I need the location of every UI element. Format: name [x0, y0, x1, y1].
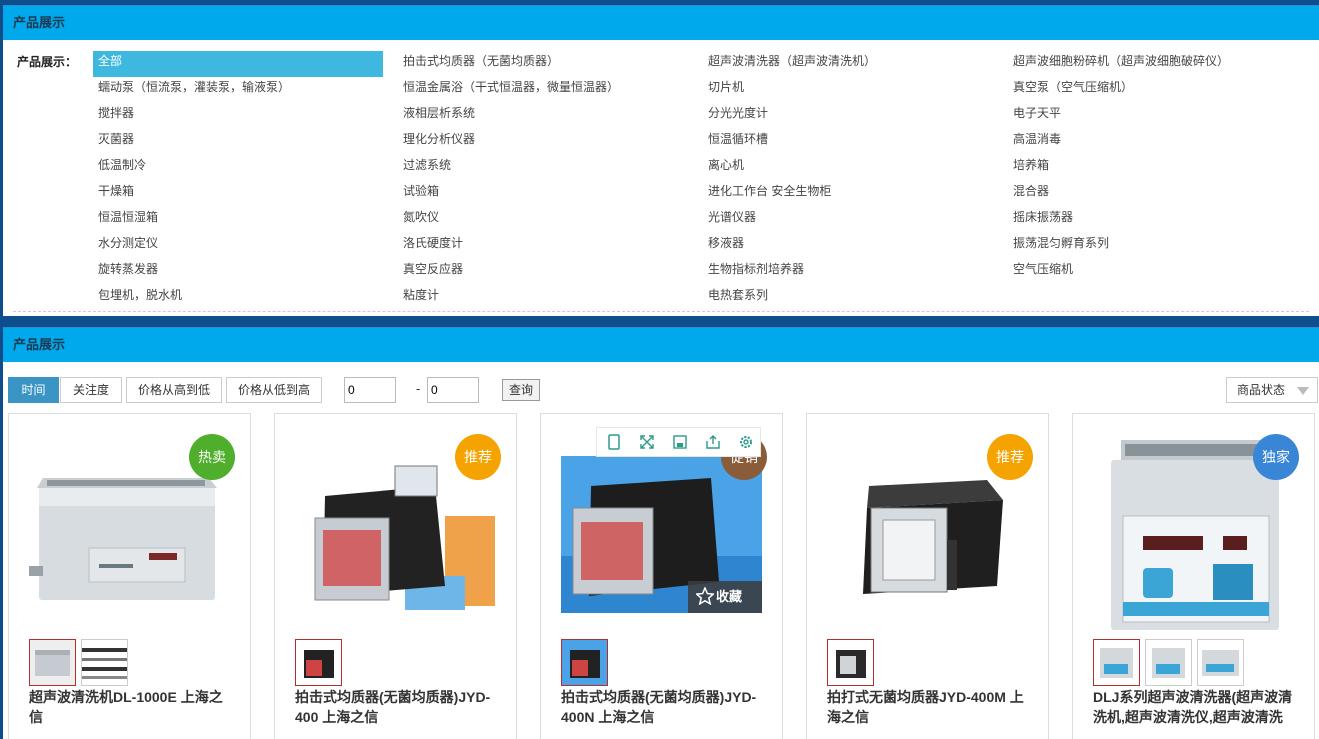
product-thumbnail[interactable] — [827, 639, 874, 686]
product-title[interactable]: 拍击式均质器(无菌均质器)JYD-400 上海之信 — [295, 687, 500, 727]
category-item[interactable]: 氮吹仪 — [398, 207, 703, 233]
product-title[interactable]: DLJ系列超声波清洗器(超声波清洗机,超声波清洗仪,超声波清洗 — [1093, 687, 1298, 727]
sort-tab-price-asc[interactable]: 价格从低到高 — [226, 377, 322, 403]
product-title[interactable]: 超声波清洗机DL-1000E 上海之信 — [29, 687, 234, 727]
category-label: 产品展示： — [17, 55, 78, 69]
product-image[interactable] — [295, 456, 496, 613]
save-icon[interactable] — [663, 428, 696, 456]
category-item[interactable]: 搅拌器 — [93, 103, 398, 129]
product-list-panel: 产品展示 时间 关注度 价格从高到低 价格从低到高 - 查询 商品状态 热卖 — [3, 327, 1319, 739]
category-item[interactable]: 光谱仪器 — [703, 207, 1008, 233]
category-item[interactable]: 分光光度计 — [703, 103, 1008, 129]
product-thumbnail[interactable] — [81, 639, 128, 686]
category-item-all[interactable]: 全部 — [93, 51, 383, 77]
category-item[interactable]: 拍击式均质器（无菌均质器） — [398, 51, 703, 77]
query-button[interactable]: 查询 — [502, 379, 540, 401]
product-badge: 热卖 — [189, 434, 235, 480]
quick-tools — [596, 427, 761, 457]
product-thumbnail[interactable] — [295, 639, 342, 686]
favorite-label: 收藏 — [716, 589, 743, 604]
category-item[interactable]: 水分测定仪 — [93, 233, 398, 259]
product-image[interactable] — [29, 456, 230, 613]
expand-icon[interactable] — [630, 428, 663, 456]
price-min-input[interactable] — [344, 377, 396, 403]
product-card[interactable]: 推荐 拍击式均质器(无菌均质器)JYD-400 上海之信 — [274, 413, 517, 739]
product-image[interactable] — [827, 456, 1028, 613]
category-item[interactable]: 干燥箱 — [93, 181, 398, 207]
divider — [13, 311, 1309, 312]
category-item[interactable]: 切片机 — [703, 77, 1008, 103]
product-badge: 独家 — [1253, 434, 1299, 480]
category-panel-header: 产品展示 — [3, 5, 1319, 40]
share-icon[interactable] — [696, 428, 729, 456]
category-item[interactable]: 恒温循环槽 — [703, 129, 1008, 155]
price-max-input[interactable] — [427, 377, 479, 403]
product-thumbnail[interactable] — [29, 639, 76, 686]
category-item[interactable]: 液相层析系统 — [398, 103, 703, 129]
product-thumbnail[interactable] — [1093, 639, 1140, 686]
mobile-icon[interactable] — [597, 428, 630, 456]
category-panel: 产品展示 产品展示： 全部 拍击式均质器（无菌均质器） 超声波清洗器（超声波清洗机）… — [3, 5, 1319, 316]
sort-tab-price-desc[interactable]: 价格从高到低 — [126, 377, 222, 403]
category-item[interactable]: 真空泵（空气压缩机） — [1008, 77, 1313, 103]
product-card[interactable]: 独家 DLJ系列超声波清洗器(超声波清洗机,超声波清洗仪,超声波清洗 — [1072, 413, 1315, 739]
product-thumbnail[interactable] — [561, 639, 608, 686]
category-item[interactable]: 超声波清洗器（超声波清洗机） — [703, 51, 1008, 77]
product-card[interactable]: 热卖 超声波清洗机DL-1000E 上海之信 — [8, 413, 251, 739]
sort-tab-popularity[interactable]: 关注度 — [60, 377, 122, 403]
category-item[interactable]: 生物指标剂培养器 — [703, 259, 1008, 285]
category-item[interactable]: 过滤系统 — [398, 155, 703, 181]
category-grid: 全部 拍击式均质器（无菌均质器） 超声波清洗器（超声波清洗机） 超声波细胞粉碎机（超声… — [93, 51, 1319, 311]
category-item[interactable]: 高温消毒 — [1008, 129, 1313, 155]
product-card[interactable]: 促销 收藏 拍击式均质器(无菌均质器)JYD-400N 上海之信 — [540, 413, 783, 739]
category-item[interactable]: 混合器 — [1008, 181, 1313, 207]
category-item[interactable]: 真空反应器 — [398, 259, 703, 285]
category-item[interactable]: 摇床振荡器 — [1008, 207, 1313, 233]
category-item[interactable]: 进化工作台 安全生物柜 — [703, 181, 1008, 207]
status-select[interactable]: 商品状态 — [1226, 377, 1318, 403]
category-item[interactable]: 旋转蒸发器 — [93, 259, 398, 285]
sort-tab-time[interactable]: 时间 — [8, 377, 59, 403]
status-select-label: 商品状态 — [1237, 383, 1286, 397]
product-card[interactable]: 推荐 拍打式无菌均质器JYD-400M 上海之信 — [806, 413, 1049, 739]
gear-icon[interactable] — [729, 428, 762, 456]
star-icon — [696, 587, 714, 605]
category-item[interactable]: 蠕动泵（恒流泵，灌装泵，输液泵） — [93, 77, 398, 103]
category-item[interactable]: 振荡混匀孵育系列 — [1008, 233, 1313, 259]
product-title[interactable]: 拍打式无菌均质器JYD-400M 上海之信 — [827, 687, 1032, 727]
price-separator: - — [416, 381, 421, 396]
product-image[interactable]: 收藏 — [561, 456, 762, 613]
category-item[interactable]: 低温制冷 — [93, 155, 398, 181]
category-item[interactable]: 空气压缩机 — [1008, 259, 1313, 285]
product-title[interactable]: 拍击式均质器(无菌均质器)JYD-400N 上海之信 — [561, 687, 766, 727]
category-item[interactable]: 洛氏硬度计 — [398, 233, 703, 259]
product-thumbnail[interactable] — [1197, 639, 1244, 686]
product-badge: 推荐 — [987, 434, 1033, 480]
favorite-button[interactable]: 收藏 — [688, 581, 762, 613]
category-item[interactable]: 理化分析仪器 — [398, 129, 703, 155]
category-item[interactable]: 恒温恒湿箱 — [93, 207, 398, 233]
category-item[interactable]: 灭菌器 — [93, 129, 398, 155]
category-item[interactable]: 电子天平 — [1008, 103, 1313, 129]
chevron-down-icon — [1297, 387, 1309, 395]
category-item[interactable]: 超声波细胞粉碎机（超声波细胞破碎仪） — [1008, 51, 1313, 77]
category-item[interactable]: 移液器 — [703, 233, 1008, 259]
category-item[interactable]: 包埋机，脱水机 — [93, 285, 398, 311]
category-item[interactable]: 恒温金属浴（干式恒温器，微量恒温器） — [398, 77, 703, 103]
category-item[interactable]: 电热套系列 — [703, 285, 1008, 311]
product-badge: 推荐 — [455, 434, 501, 480]
category-item[interactable]: 粘度计 — [398, 285, 703, 311]
product-list-header: 产品展示 — [3, 327, 1319, 362]
sort-toolbar: 时间 关注度 价格从高到低 价格从低到高 - 查询 商品状态 — [8, 377, 1319, 403]
product-thumbnail[interactable] — [1145, 639, 1192, 686]
category-item[interactable]: 离心机 — [703, 155, 1008, 181]
category-item[interactable]: 试验箱 — [398, 181, 703, 207]
category-item[interactable]: 培养箱 — [1008, 155, 1313, 181]
